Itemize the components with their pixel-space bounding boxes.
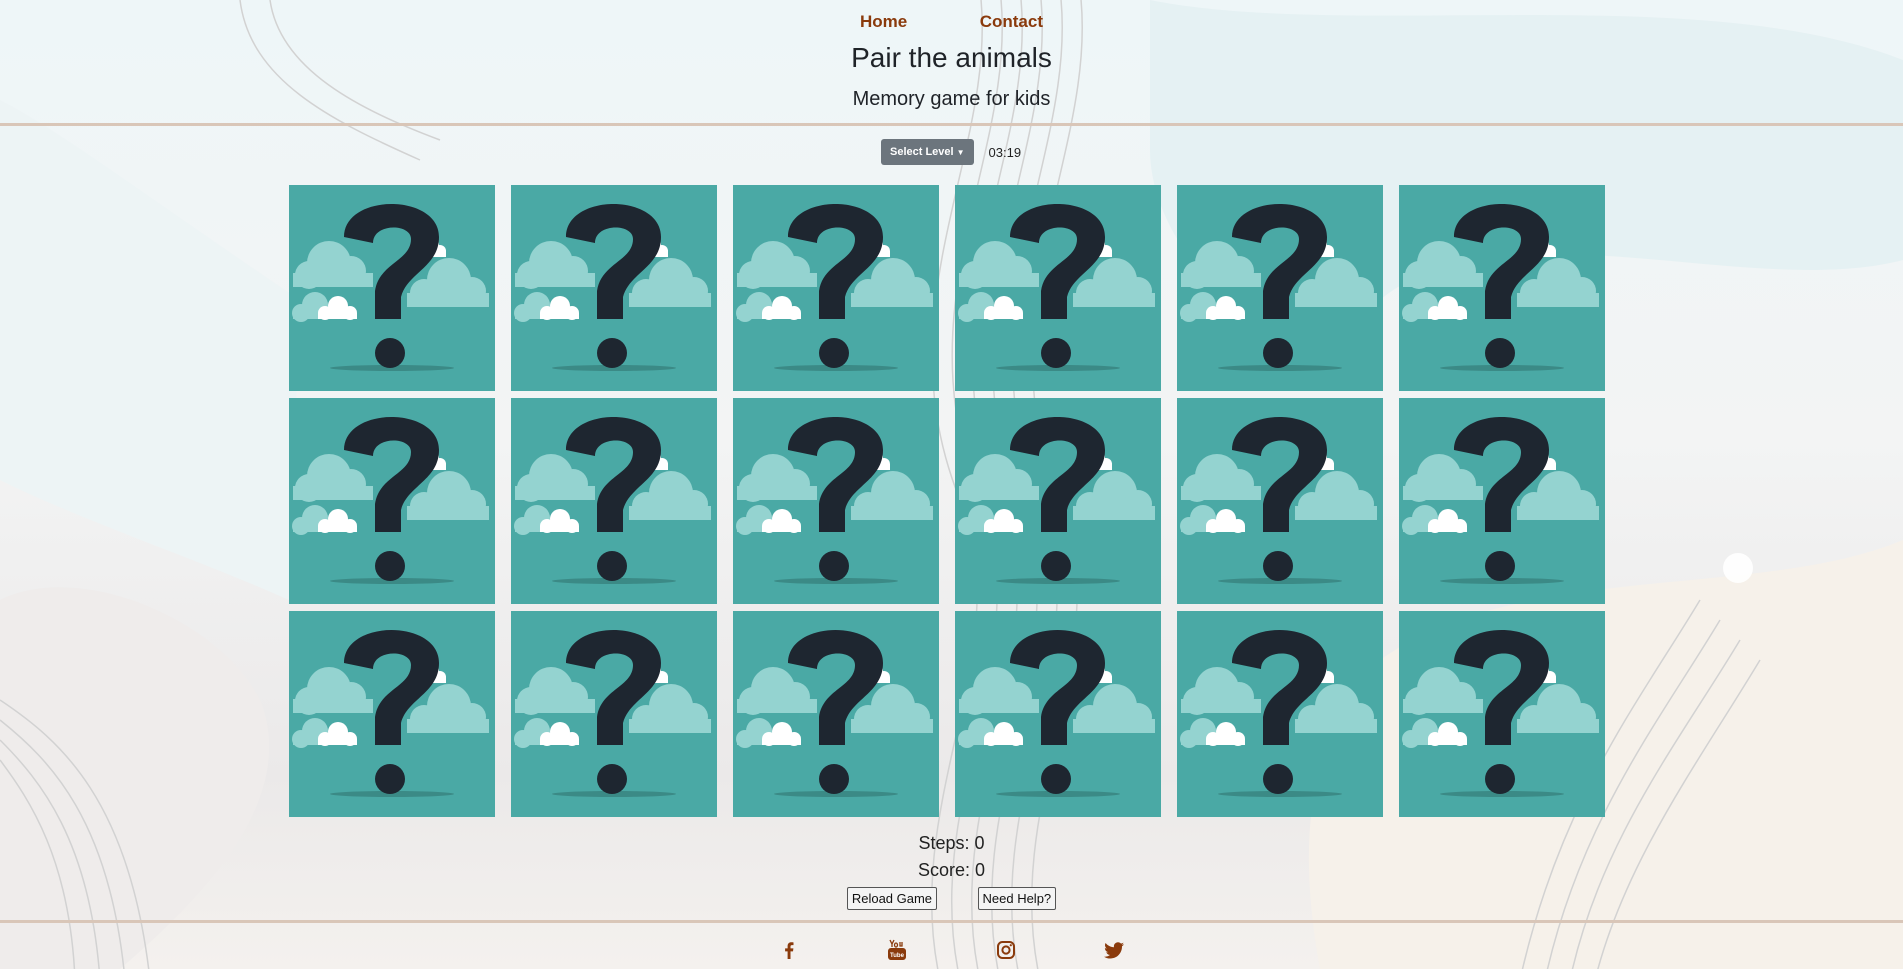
social-links: Tube	[0, 938, 1903, 962]
game-controls: Select Level ▼ 03:19	[881, 139, 1021, 165]
memory-card[interactable]	[1177, 398, 1383, 604]
select-level-label: Select Level	[890, 146, 954, 158]
question-mark-icon	[736, 204, 933, 371]
facebook-icon[interactable]	[777, 938, 801, 962]
question-mark-icon	[1180, 417, 1377, 584]
card-grid	[289, 185, 1605, 817]
question-mark-icon	[1402, 204, 1599, 371]
question-mark-icon	[736, 630, 933, 797]
memory-card[interactable]	[511, 398, 717, 604]
question-mark-icon	[292, 417, 489, 584]
question-mark-icon	[958, 204, 1155, 371]
question-mark-icon	[514, 630, 711, 797]
instagram-icon[interactable]	[994, 938, 1018, 962]
memory-card[interactable]	[1177, 185, 1383, 391]
game-timer: 03:19	[988, 144, 1022, 160]
question-mark-icon	[958, 630, 1155, 797]
memory-card[interactable]	[511, 185, 717, 391]
question-mark-icon	[1402, 417, 1599, 584]
question-mark-icon	[1180, 204, 1377, 371]
nav-home-link[interactable]: Home	[860, 12, 907, 32]
question-mark-icon	[292, 630, 489, 797]
question-mark-icon	[736, 417, 933, 584]
game-stats: Steps: 0 Score: 0	[0, 830, 1903, 884]
question-mark-icon	[958, 417, 1155, 584]
twitter-icon[interactable]	[1102, 938, 1126, 962]
header-divider	[0, 123, 1903, 126]
page: Home Contact Pair the animals Memory gam…	[0, 0, 1903, 969]
memory-card[interactable]	[511, 611, 717, 817]
question-mark-icon	[1180, 630, 1377, 797]
memory-card[interactable]	[1399, 185, 1605, 391]
page-subtitle: Memory game for kids	[852, 88, 1051, 110]
select-level-dropdown[interactable]: Select Level ▼	[881, 139, 974, 165]
memory-card[interactable]	[1399, 611, 1605, 817]
memory-card[interactable]	[289, 398, 495, 604]
question-mark-icon	[292, 204, 489, 371]
memory-card[interactable]	[955, 611, 1161, 817]
memory-card[interactable]	[955, 398, 1161, 604]
svg-text:Tube: Tube	[890, 953, 905, 959]
game-actions: Reload Game Need Help?	[0, 887, 1903, 910]
memory-card[interactable]	[289, 611, 495, 817]
page-title: Pair the animals	[851, 42, 1052, 73]
footer-divider	[0, 920, 1903, 923]
memory-card[interactable]	[289, 185, 495, 391]
need-help-button[interactable]: Need Help?	[977, 887, 1057, 910]
memory-card[interactable]	[733, 611, 939, 817]
question-mark-icon	[514, 204, 711, 371]
score-counter: Score: 0	[917, 860, 986, 880]
steps-counter: Steps: 0	[918, 833, 985, 853]
memory-card[interactable]	[955, 185, 1161, 391]
question-mark-icon	[1402, 630, 1599, 797]
reload-game-button[interactable]: Reload Game	[846, 887, 938, 910]
caret-down-icon: ▼	[956, 147, 965, 157]
top-nav: Home Contact	[0, 12, 1903, 32]
nav-contact-link[interactable]: Contact	[980, 12, 1043, 32]
memory-card[interactable]	[1399, 398, 1605, 604]
memory-card[interactable]	[733, 185, 939, 391]
question-mark-icon	[514, 417, 711, 584]
memory-card[interactable]	[733, 398, 939, 604]
youtube-icon[interactable]: Tube	[885, 938, 909, 962]
memory-card[interactable]	[1177, 611, 1383, 817]
